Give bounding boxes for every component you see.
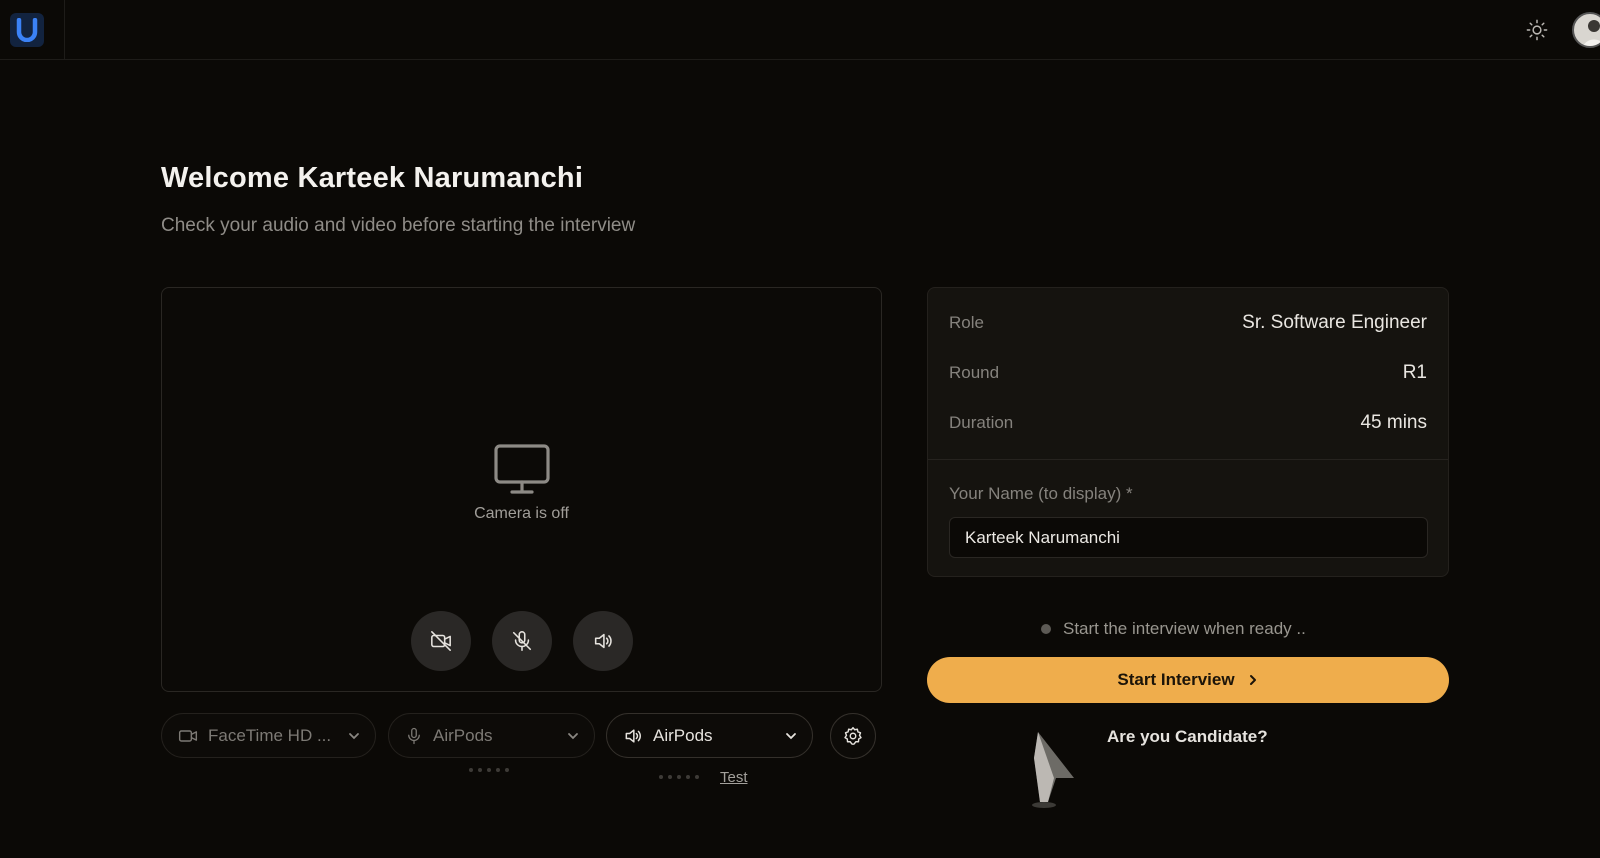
media-controls [411,611,633,671]
duration-row: Duration 45 mins [949,411,1427,435]
chevron-right-icon [1249,675,1256,685]
round-value: R1 [1402,362,1427,383]
speaker-device-label: AirPods [653,725,713,745]
sun-icon [1526,19,1548,41]
start-interview-label: Start Interview [1117,670,1235,689]
page-title: Welcome Karteek Narumanchi [161,162,584,194]
card-divider [928,459,1448,460]
cursor-illustration [1010,728,1082,813]
theme-toggle-button[interactable] [1522,15,1552,45]
top-bar [0,0,1600,60]
candidate-question[interactable]: Are you Candidate? [1107,727,1268,747]
camera-preview: Camera is off [161,287,882,692]
round-label: Round [949,363,1000,382]
chevron-down-icon [786,732,796,739]
video-off-icon [431,631,451,651]
ready-status: Start the interview when ready .. [1041,619,1306,639]
camera-device-label: FaceTime HD ... [208,725,332,745]
chevron-down-icon [568,732,578,739]
microphone-icon [408,727,420,744]
gear-icon [844,726,862,745]
role-value: Sr. Software Engineer [1242,312,1427,333]
device-settings-button[interactable] [830,713,876,759]
microphone-level-meter [469,768,509,772]
cursor-arrow-icon [1032,732,1074,808]
avatar-person-icon [1583,20,1600,46]
microphone-device-select[interactable]: AirPods [388,713,595,758]
speaker-icon [594,633,612,649]
interview-details-card: Role Sr. Software Engineer Round R1 Dura… [927,287,1449,577]
camera-off-placeholder: Camera is off [162,443,881,523]
duration-value: 45 mins [1360,412,1427,433]
duration-label: Duration [949,413,1014,432]
speaker-level-meter [659,775,699,779]
display-name-label: Your Name (to display) * [949,484,1133,503]
ready-status-text: Start the interview when ready .. [1063,619,1306,638]
mic-toggle-button[interactable] [492,611,552,671]
speaker-device-select[interactable]: AirPods [606,713,813,758]
role-row: Role Sr. Software Engineer [949,311,1427,335]
page-subtitle: Check your audio and video before starti… [161,215,636,236]
role-label: Role [949,313,984,332]
speaker-toggle-button[interactable] [573,611,633,671]
app-logo[interactable] [10,13,44,47]
logo-divider [64,0,65,60]
round-row: Round R1 [949,361,1427,385]
speaker-test-link[interactable]: Test [720,769,748,786]
video-camera-icon [178,729,198,742]
camera-status-text: Camera is off [474,505,569,522]
speaker-icon [625,728,641,743]
chevron-down-icon [349,732,359,739]
status-dot [1041,624,1051,634]
logo-icon [16,18,38,42]
camera-toggle-button[interactable] [411,611,471,671]
monitor-icon [493,444,550,494]
camera-device-select[interactable]: FaceTime HD ... [161,713,376,758]
user-avatar[interactable] [1572,12,1600,48]
mic-off-icon [512,631,532,651]
start-interview-button[interactable]: Start Interview [927,657,1449,703]
display-name-input[interactable] [949,517,1428,558]
microphone-device-label: AirPods [433,725,493,745]
